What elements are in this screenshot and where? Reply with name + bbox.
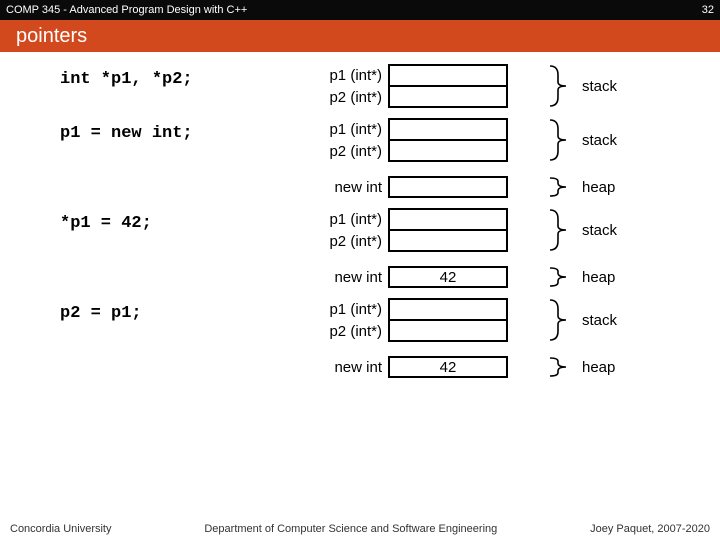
memory-label: p1 (int*)	[310, 211, 388, 228]
memory-label: p1 (int*)	[310, 121, 388, 138]
memory-cell	[388, 230, 508, 252]
memory-cell	[388, 140, 508, 162]
brace-icon	[548, 64, 578, 108]
footer-right: Joey Paquet, 2007-2020	[590, 523, 710, 535]
memory-label: p2 (int*)	[310, 233, 388, 250]
slide-title-bar: pointers	[0, 20, 720, 52]
brace-icon	[548, 266, 578, 288]
memory-region-label: heap	[582, 269, 615, 286]
memory-label: new int	[310, 269, 388, 286]
code-diagram-row: int *p1, *p2;p1 (int*) p2 (int*) stack	[60, 64, 700, 108]
memory-diagram: p1 (int*) p2 (int*) stack new int heap	[310, 118, 700, 198]
memory-region-label: heap	[582, 359, 615, 376]
code-snippet: p1 = new int;	[60, 118, 310, 143]
memory-label: p2 (int*)	[310, 143, 388, 160]
brace-icon	[548, 208, 578, 252]
memory-label: p2 (int*)	[310, 323, 388, 340]
memory-diagram: p1 (int*) p2 (int*) stack new int42 heap	[310, 298, 700, 378]
footer-center: Department of Computer Science and Softw…	[204, 523, 497, 535]
memory-region-label: stack	[582, 78, 617, 95]
course-name: COMP 345 - Advanced Program Design with …	[6, 4, 247, 16]
memory-region-label: stack	[582, 312, 617, 329]
brace-icon	[548, 298, 578, 342]
code-snippet: p2 = p1;	[60, 298, 310, 323]
code-snippet: int *p1, *p2;	[60, 64, 310, 89]
code-diagram-row: *p1 = 42;p1 (int*) p2 (int*) stack new int…	[60, 208, 700, 288]
code-snippet: *p1 = 42;	[60, 208, 310, 233]
memory-region-label: stack	[582, 222, 617, 239]
memory-label: p2 (int*)	[310, 89, 388, 106]
memory-cell	[388, 208, 508, 230]
memory-cell: 42	[388, 356, 508, 378]
brace-icon	[548, 356, 578, 378]
brace-icon	[548, 118, 578, 162]
code-diagram-row: p2 = p1;p1 (int*) p2 (int*) stack new int4…	[60, 298, 700, 378]
memory-diagram: p1 (int*) p2 (int*) stack new int42 heap	[310, 208, 700, 288]
memory-label: new int	[310, 179, 388, 196]
memory-cell	[388, 118, 508, 140]
memory-cell	[388, 86, 508, 108]
memory-label: p1 (int*)	[310, 67, 388, 84]
memory-region-label: heap	[582, 179, 615, 196]
memory-diagram: p1 (int*) p2 (int*) stack	[310, 64, 700, 108]
memory-cell	[388, 64, 508, 86]
memory-label: new int	[310, 359, 388, 376]
slide-content: int *p1, *p2;p1 (int*)p2 (int*) stackp1 …	[0, 52, 720, 378]
code-diagram-row: p1 = new int;p1 (int*) p2 (int*) stack new…	[60, 118, 700, 198]
footer-left: Concordia University	[10, 523, 111, 535]
brace-icon	[548, 176, 578, 198]
slide-footer: Concordia University Department of Compu…	[0, 518, 720, 540]
memory-region-label: stack	[582, 132, 617, 149]
memory-cell	[388, 320, 508, 342]
memory-cell: 42	[388, 266, 508, 288]
slide-title: pointers	[16, 25, 87, 48]
memory-cell	[388, 298, 508, 320]
memory-label: p1 (int*)	[310, 301, 388, 318]
memory-cell	[388, 176, 508, 198]
slide-number: 32	[702, 4, 714, 16]
slide-header: COMP 345 - Advanced Program Design with …	[0, 0, 720, 20]
